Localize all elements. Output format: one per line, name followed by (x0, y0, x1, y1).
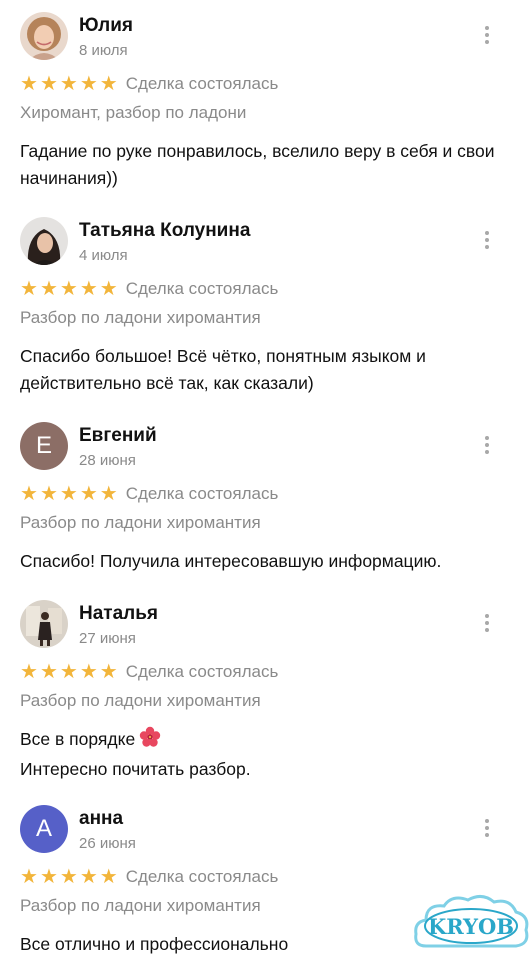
avatar[interactable] (20, 600, 68, 648)
service-name: Разбор по ладони хиромантия (20, 896, 261, 915)
more-vertical-icon[interactable] (475, 227, 499, 253)
star-icon: ★ (20, 73, 38, 95)
star-icon: ★ (79, 278, 98, 300)
review-date: 8 июля (79, 42, 128, 59)
avatar[interactable]: Е (20, 422, 68, 470)
star-icon: ★ (39, 278, 58, 300)
deal-status: Сделка состоялась (125, 484, 279, 503)
avatar-letter: Е (35, 432, 52, 459)
star-rating: ★ ★ ★ ★ ★ (20, 484, 118, 504)
star-icon: ★ (99, 73, 118, 95)
star-icon: ★ (59, 73, 78, 95)
star-icon: ★ (59, 278, 78, 300)
deal-status: Сделка состоялась (125, 662, 279, 681)
star-icon: ★ (79, 73, 98, 95)
service-name: Разбор по ладони хиромантия (20, 513, 261, 532)
star-icon: ★ (99, 661, 118, 683)
watermark-logo: KRYOB (412, 890, 530, 960)
star-rating: ★ ★ ★ ★ ★ (20, 662, 118, 682)
reviewer-name: Татьяна Колунина (79, 220, 251, 241)
review-text: Спасибо большое! Всё чётко, понятным язы… (20, 346, 426, 393)
star-icon: ★ (99, 483, 118, 505)
star-icon: ★ (39, 661, 58, 683)
more-vertical-icon[interactable] (475, 22, 499, 48)
svg-text:KRYOB: KRYOB (428, 914, 514, 939)
deal-status: Сделка состоялась (125, 279, 279, 298)
user-photo-icon (20, 600, 68, 648)
star-icon: ★ (79, 483, 98, 505)
star-icon: ★ (79, 661, 98, 683)
star-icon: ★ (99, 278, 118, 300)
star-icon: ★ (59, 661, 78, 683)
reviewer-name: Наталья (79, 603, 158, 624)
star-icon: ★ (59, 483, 78, 505)
review-text: Гадание по руке понравилось, вселило вер… (20, 141, 495, 188)
star-icon: ★ (20, 278, 38, 300)
review-text-line: Все в порядке (20, 729, 136, 749)
star-rating: ★ ★ ★ ★ ★ (20, 279, 118, 299)
avatar-letter: А (35, 815, 52, 842)
user-photo-icon (20, 12, 68, 60)
review-date: 27 июня (79, 630, 136, 647)
star-icon: ★ (99, 866, 118, 888)
star-icon: ★ (59, 866, 78, 888)
review-date: 28 июня (79, 452, 136, 469)
star-icon: ★ (39, 73, 58, 95)
rating-row: ★ ★ ★ ★ ★ Сделка состоялась (20, 866, 278, 888)
user-photo-icon (20, 217, 68, 265)
rating-row: ★ ★ ★ ★ ★ Сделка состоялась (20, 661, 278, 683)
star-icon: ★ (20, 483, 38, 505)
star-icon: ★ (79, 866, 98, 888)
service-name: Разбор по ладони хиромантия (20, 308, 261, 327)
avatar[interactable] (20, 217, 68, 265)
review-text: Все в порядке Интересно почитать разбор. (20, 726, 515, 783)
more-vertical-icon[interactable] (475, 432, 499, 458)
review-text: Спасибо! Получила интересовавшую информа… (20, 551, 442, 571)
review-date: 4 июля (79, 247, 128, 264)
star-rating: ★ ★ ★ ★ ★ (20, 74, 118, 94)
flower-emoji-icon (139, 726, 161, 756)
deal-status: Сделка состоялась (125, 867, 279, 886)
service-name: Хиромант, разбор по ладони (20, 103, 247, 122)
more-vertical-icon[interactable] (475, 815, 499, 841)
star-icon: ★ (20, 866, 38, 888)
star-rating: ★ ★ ★ ★ ★ (20, 867, 118, 887)
star-icon: ★ (20, 661, 38, 683)
rating-row: ★ ★ ★ ★ ★ Сделка состоялась (20, 278, 278, 300)
star-icon: ★ (39, 866, 58, 888)
rating-row: ★ ★ ★ ★ ★ Сделка состоялась (20, 483, 278, 505)
deal-status: Сделка состоялась (125, 74, 279, 93)
reviewer-name: анна (79, 808, 124, 829)
more-vertical-icon[interactable] (475, 610, 499, 636)
review-date: 26 июня (79, 835, 136, 852)
avatar[interactable] (20, 12, 68, 60)
avatar[interactable]: А (20, 805, 68, 853)
reviewer-name: Евгений (79, 425, 157, 446)
star-icon: ★ (39, 483, 58, 505)
reviewer-name: Юлия (79, 15, 133, 36)
service-name: Разбор по ладони хиромантия (20, 691, 261, 710)
review-text-line: Интересно почитать разбор. (20, 759, 251, 779)
rating-row: ★ ★ ★ ★ ★ Сделка состоялась (20, 73, 278, 95)
